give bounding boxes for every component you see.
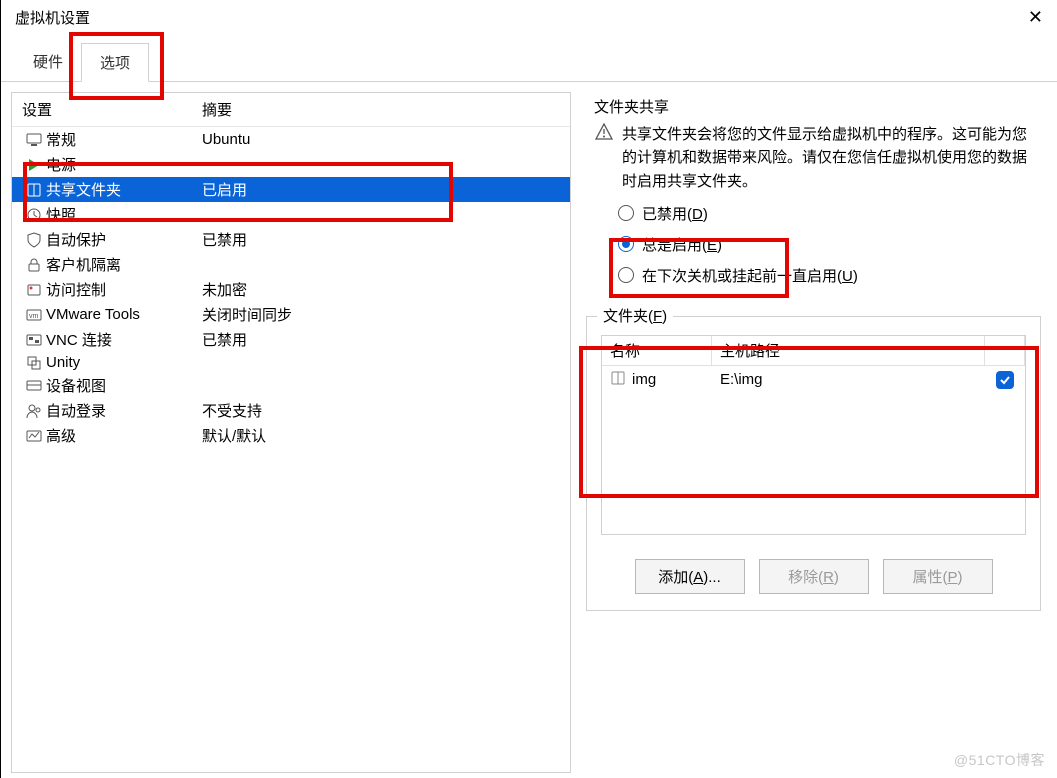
folder-list[interactable]: 名称 主机路径 img E:\img	[601, 335, 1026, 535]
warning-row: 共享文件夹会将您的文件显示给虚拟机中的程序。这可能为您的计算机和数据带来风险。请…	[586, 123, 1041, 193]
radio-group: 已禁用(D) 总是启用(E) 在下次关机或挂起前一直启用(U)	[618, 203, 1041, 286]
setting-summary: 已禁用	[202, 229, 560, 250]
setting-label: 常规	[46, 129, 202, 150]
setting-label: 客户机隔离	[46, 254, 202, 275]
content-area: 设置 摘要 常规 Ubuntu 电源	[1, 81, 1057, 778]
svg-text:vm: vm	[29, 313, 39, 320]
setting-label: 访问控制	[46, 279, 202, 300]
clock-icon	[22, 207, 46, 223]
setting-summary: 默认/默认	[202, 425, 560, 446]
add-button[interactable]: 添加(A)...	[635, 559, 745, 594]
close-icon[interactable]: ✕	[1028, 7, 1043, 28]
setting-unity[interactable]: Unity	[12, 352, 570, 373]
user-icon	[22, 403, 46, 419]
folder-list-header: 名称 主机路径	[602, 336, 1025, 366]
checkbox-enabled[interactable]	[996, 371, 1014, 389]
properties-button[interactable]: 属性(P)	[883, 559, 993, 594]
radio-until-poweroff[interactable]: 在下次关机或挂起前一直启用(U)	[618, 265, 1041, 286]
setting-label: 高级	[46, 425, 202, 446]
window-title: 虚拟机设置	[15, 7, 90, 28]
setting-label: VMware Tools	[46, 306, 202, 323]
settings-header: 设置 摘要	[12, 93, 570, 127]
setting-vmware-tools[interactable]: vm VMware Tools 关闭时间同步	[12, 302, 570, 327]
setting-guest-isolation[interactable]: 客户机隔离	[12, 252, 570, 277]
setting-summary: 已禁用	[202, 329, 560, 350]
setting-power[interactable]: 电源	[12, 152, 570, 177]
key-icon	[22, 282, 46, 298]
setting-summary: Ubuntu	[202, 131, 560, 148]
vnc-icon	[22, 332, 46, 348]
monitor-icon	[22, 132, 46, 148]
setting-autologin[interactable]: 自动登录 不受支持	[12, 398, 570, 423]
setting-shared-folders[interactable]: 共享文件夹 已启用	[12, 177, 570, 202]
setting-label: Unity	[46, 354, 202, 371]
col-enabled	[985, 336, 1025, 365]
tabs: 硬件 选项	[1, 43, 1057, 82]
section-title: 文件夹共享	[594, 96, 1041, 117]
radio-icon	[618, 267, 634, 283]
setting-label: 快照	[46, 204, 202, 225]
radio-label: 已禁用(D)	[642, 203, 708, 224]
setting-summary: 已启用	[202, 179, 560, 200]
setting-summary: 关闭时间同步	[202, 304, 560, 325]
setting-label: 自动保护	[46, 229, 202, 250]
setting-label: 自动登录	[46, 400, 202, 421]
folder-icon	[22, 182, 46, 198]
setting-summary: 未加密	[202, 279, 560, 300]
folders-group-label: 文件夹(F)	[597, 305, 673, 326]
warning-text: 共享文件夹会将您的文件显示给虚拟机中的程序。这可能为您的计算机和数据带来风险。请…	[622, 123, 1033, 193]
radio-disabled[interactable]: 已禁用(D)	[618, 203, 1041, 224]
setting-autoprotect[interactable]: 自动保护 已禁用	[12, 227, 570, 252]
chart-icon	[22, 428, 46, 444]
radio-always-enabled[interactable]: 总是启用(E)	[618, 234, 1041, 255]
shield-icon	[22, 232, 46, 248]
shared-folders-panel: 文件夹共享 共享文件夹会将您的文件显示给虚拟机中的程序。这可能为您的计算机和数据…	[576, 82, 1057, 778]
setting-access-control[interactable]: 访问控制 未加密	[12, 277, 570, 302]
setting-vnc[interactable]: VNC 连接 已禁用	[12, 327, 570, 352]
lock-icon	[22, 257, 46, 273]
folder-buttons: 添加(A)... 移除(R) 属性(P)	[587, 549, 1040, 610]
folder-path: E:\img	[712, 367, 985, 392]
setting-label: 共享文件夹	[46, 179, 202, 200]
warning-icon	[594, 123, 614, 193]
setting-snapshot[interactable]: 快照	[12, 202, 570, 227]
setting-label: VNC 连接	[46, 329, 202, 350]
radio-label: 总是启用(E)	[642, 234, 722, 255]
unity-icon	[22, 355, 46, 371]
folder-row[interactable]: img E:\img	[602, 366, 1025, 394]
col-path: 主机路径	[712, 336, 985, 365]
column-summary: 摘要	[202, 99, 560, 120]
vm-settings-window: 虚拟机设置 ✕ 硬件 选项 设置 摘要 常规 Ubuntu 电源	[0, 0, 1057, 778]
radio-icon	[618, 236, 634, 252]
titlebar: 虚拟机设置 ✕	[1, 0, 1057, 35]
setting-label: 电源	[46, 154, 202, 175]
device-icon	[22, 378, 46, 394]
folder-name: img	[632, 371, 656, 388]
remove-button[interactable]: 移除(R)	[759, 559, 869, 594]
folder-icon	[610, 370, 626, 390]
setting-device-view[interactable]: 设备视图	[12, 373, 570, 398]
folders-group: 文件夹(F) 名称 主机路径 img E:	[586, 316, 1041, 611]
vm-icon: vm	[22, 307, 46, 323]
setting-label: 设备视图	[46, 375, 202, 396]
play-icon	[22, 157, 46, 173]
settings-list: 设置 摘要 常规 Ubuntu 电源	[11, 92, 571, 773]
tab-hardware[interactable]: 硬件	[15, 43, 81, 82]
setting-summary: 不受支持	[202, 400, 560, 421]
radio-icon	[618, 205, 634, 221]
col-name: 名称	[602, 336, 712, 365]
tab-options[interactable]: 选项	[81, 43, 149, 82]
setting-advanced[interactable]: 高级 默认/默认	[12, 423, 570, 448]
radio-label: 在下次关机或挂起前一直启用(U)	[642, 265, 858, 286]
setting-general[interactable]: 常规 Ubuntu	[12, 127, 570, 152]
column-setting: 设置	[22, 99, 202, 120]
watermark: @51CTO博客	[954, 750, 1045, 770]
